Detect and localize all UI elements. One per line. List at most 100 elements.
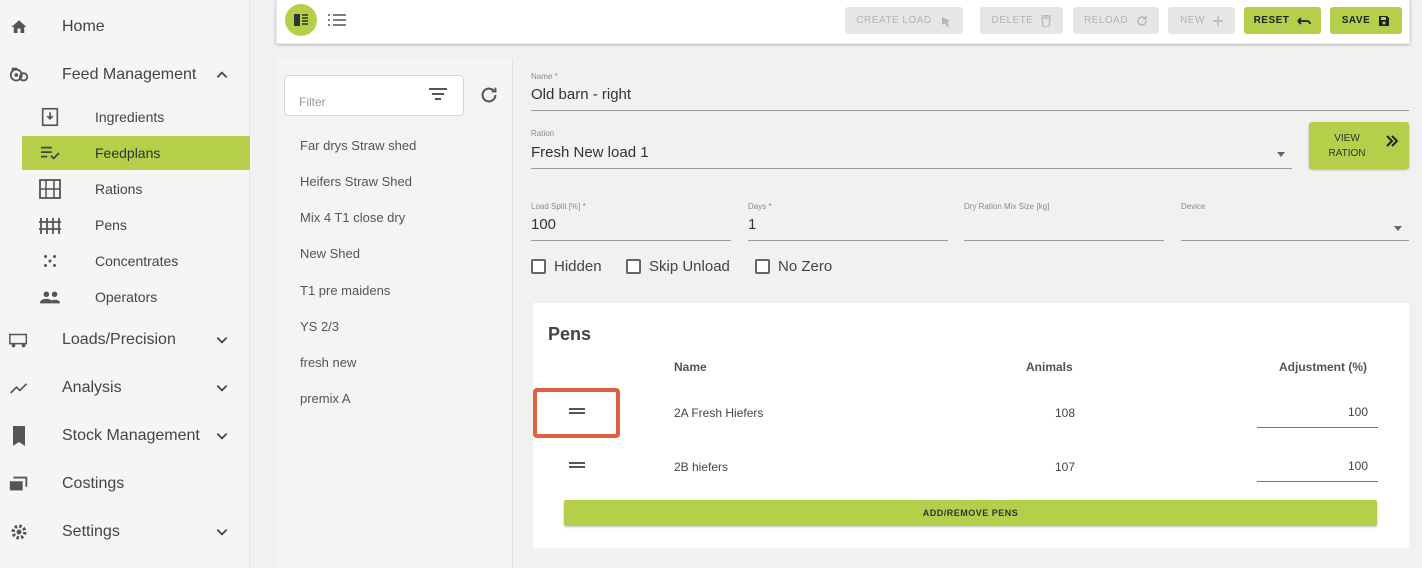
load-split-underline (531, 240, 731, 241)
undo-icon (1297, 16, 1312, 25)
checkbox-box[interactable] (531, 259, 546, 274)
reload-icon (1137, 15, 1147, 26)
device-dropdown-icon[interactable] (1394, 226, 1402, 231)
nav-feed-management-label: Feed Management (62, 66, 197, 83)
sidebar-item-concentrates[interactable]: Concentrates (22, 244, 250, 278)
plus-icon (1212, 15, 1223, 26)
list-item[interactable]: Mix 4 T1 close dry (300, 210, 405, 225)
view-ration-label: VIEW RATION (1328, 133, 1366, 159)
concentrates-icon (36, 248, 64, 274)
nav-analysis-label: Analysis (62, 379, 122, 396)
checkbox-box[interactable] (626, 259, 641, 274)
save-icon (1379, 15, 1390, 26)
list-item[interactable]: T1 pre maidens (300, 283, 390, 298)
feed-management-icon (6, 62, 32, 88)
drag-handle-icon[interactable] (569, 462, 585, 468)
pen-name: 2A Fresh Hiefers (674, 406, 764, 420)
dry-ration-label: Dry Ration Mix Size [kg] (964, 202, 1050, 211)
filter-input[interactable]: Filter (284, 75, 464, 116)
pens-icon (36, 212, 64, 238)
rations-icon (36, 176, 64, 202)
pen-animals: 107 (1055, 460, 1076, 474)
chevron-down-icon[interactable] (212, 378, 232, 398)
nav-loads-label: Loads/Precision (62, 331, 176, 348)
create-load-button[interactable]: CREATE LOAD (845, 7, 963, 34)
skip-unload-checkbox-label: Skip Unload (649, 258, 730, 275)
home-icon (6, 14, 32, 40)
chevron-down-icon[interactable] (212, 522, 232, 542)
sidebar-item-ingredients[interactable]: Ingredients (22, 100, 250, 134)
sidebar-item-feedplans[interactable]: Feedplans (22, 136, 250, 170)
hidden-checkbox-label: Hidden (554, 258, 602, 275)
split-view-icon (294, 14, 308, 26)
reset-button[interactable]: RESET (1244, 7, 1321, 34)
device-underline (1181, 240, 1409, 241)
col-header-adjustment: Adjustment (%) (1279, 360, 1367, 374)
sidebar-item-rations[interactable]: Rations (22, 172, 250, 206)
costings-icon (6, 471, 32, 497)
list-item[interactable]: YS 2/3 (300, 319, 339, 334)
add-remove-pens-button[interactable]: ADD/REMOVE PENS (564, 500, 1377, 526)
list-view-toggle[interactable] (325, 6, 349, 34)
ration-select[interactable]: Fresh New load 1 (531, 144, 649, 161)
sidebar: Home Feed Management Ingredients Feedpla… (0, 0, 250, 568)
no-zero-checkbox[interactable]: No Zero (755, 258, 832, 275)
delete-button[interactable]: DELETE (980, 7, 1063, 34)
pen-adjustment-input[interactable]: 100 (1348, 459, 1368, 473)
nav-settings[interactable]: Settings (0, 512, 250, 552)
trash-icon (1041, 14, 1052, 27)
filter-icon[interactable] (428, 86, 448, 102)
list-item[interactable]: Heifers Straw Shed (300, 174, 412, 189)
reload-button[interactable]: RELOAD (1073, 7, 1159, 34)
days-underline (748, 240, 948, 241)
list-item[interactable]: New Shed (300, 246, 360, 261)
nav-costings-label: Costings (62, 475, 125, 492)
chevron-down-icon[interactable] (212, 330, 232, 350)
chevron-up-icon[interactable] (212, 65, 232, 85)
sidebar-item-label: Concentrates (95, 253, 179, 269)
double-chevron-right-icon (1386, 135, 1399, 147)
stock-icon (6, 423, 32, 449)
ration-field-label: Ration (531, 129, 555, 138)
sidebar-item-label: Ingredients (95, 109, 165, 125)
nav-costings[interactable]: Costings (0, 464, 250, 504)
save-button[interactable]: SAVE (1330, 7, 1402, 34)
new-button[interactable]: NEW (1168, 7, 1235, 34)
skip-unload-checkbox[interactable]: Skip Unload (626, 258, 730, 275)
delete-label: DELETE (991, 15, 1034, 26)
name-field[interactable]: Old barn - right (531, 86, 631, 103)
sidebar-item-pens[interactable]: Pens (22, 208, 250, 242)
nav-feed-management[interactable]: Feed Management (0, 55, 250, 95)
refresh-icon[interactable] (478, 84, 500, 106)
pen-name: 2B hiefers (674, 460, 729, 474)
nav-home[interactable]: Home (0, 7, 250, 47)
list-item[interactable]: fresh new (300, 355, 356, 370)
hidden-checkbox[interactable]: Hidden (531, 258, 602, 275)
sidebar-item-label: Pens (95, 217, 127, 233)
view-ration-button[interactable]: VIEW RATION (1309, 122, 1409, 169)
days-label: Days * (748, 202, 772, 211)
device-label: Device (1181, 202, 1206, 211)
drag-handle-icon[interactable] (569, 408, 585, 414)
checkbox-box[interactable] (755, 259, 770, 274)
chevron-down-icon[interactable] (212, 426, 232, 446)
save-label: SAVE (1341, 15, 1371, 26)
operators-icon (36, 284, 64, 310)
loads-icon (6, 327, 32, 353)
ration-dropdown-icon[interactable] (1277, 152, 1285, 157)
create-load-label: CREATE LOAD (856, 15, 932, 26)
split-view-toggle[interactable] (285, 4, 317, 36)
sidebar-item-operators[interactable]: Operators (22, 280, 250, 314)
pens-title: Pens (548, 324, 592, 344)
pens-card: Pens Name Animals Adjustment (%) 2A Fres… (533, 303, 1409, 548)
col-header-name: Name (674, 360, 707, 374)
nav-analysis[interactable]: Analysis (0, 368, 250, 408)
days-field[interactable]: 1 (748, 216, 756, 233)
nav-stock-management[interactable]: Stock Management (0, 416, 250, 456)
list-item[interactable]: premix A (300, 391, 351, 406)
load-split-field[interactable]: 100 (531, 216, 556, 233)
list-item[interactable]: Far drys Straw shed (300, 138, 416, 153)
nav-loads-precision[interactable]: Loads/Precision (0, 320, 250, 360)
ration-field-underline (531, 168, 1292, 169)
pen-adjustment-input[interactable]: 100 (1348, 405, 1368, 419)
